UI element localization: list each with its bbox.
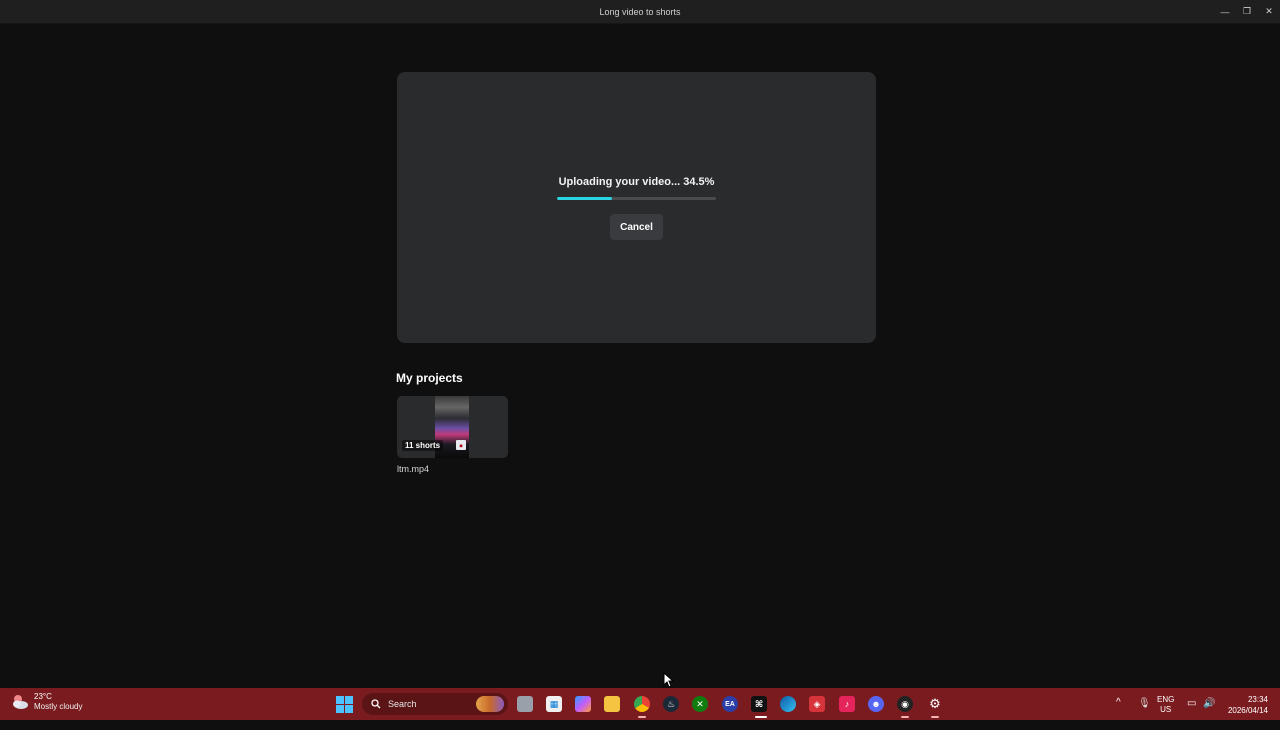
clock-date: 2026/04/14	[1227, 706, 1268, 715]
cancel-button[interactable]: Cancel	[610, 214, 663, 240]
clock[interactable]: 23:34 2026/04/14	[1222, 694, 1268, 726]
mouse-cursor-icon	[663, 672, 675, 688]
tiktok-icon[interactable]: ♪	[839, 696, 855, 712]
task-view-icon[interactable]	[517, 696, 533, 712]
taskbar: 23°C Mostly cloudy Search ▦ ♨ ✕ EA ⌘ ◈ ♪…	[0, 688, 1280, 720]
capcut-icon[interactable]: ⌘	[751, 696, 767, 712]
project-name[interactable]: ltm.mp4	[397, 464, 429, 474]
upload-progress-fill	[557, 197, 612, 200]
copilot-icon[interactable]	[575, 696, 591, 712]
search-icon	[371, 699, 381, 709]
language-indicator[interactable]: ENG US	[1157, 695, 1174, 727]
weather-description: Mostly cloudy	[34, 702, 83, 711]
upload-progress-bar	[557, 197, 716, 200]
microphone-icon[interactable]: 🎙	[1138, 698, 1151, 730]
cloudy-weather-icon	[10, 692, 30, 712]
network-icon[interactable]: ▭	[1187, 698, 1196, 730]
taskbar-search[interactable]: Search	[362, 693, 508, 715]
title-bar: Long video to shorts — ❐ ✕	[0, 0, 1280, 24]
show-hidden-icons-chevron-up-icon[interactable]: ^	[1116, 697, 1121, 729]
windows-start-icon[interactable]	[336, 696, 353, 713]
clock-time: 23:34	[1247, 695, 1268, 704]
discord-icon[interactable]: ☻	[868, 696, 884, 712]
search-label: Search	[388, 699, 417, 709]
chrome-icon[interactable]	[634, 696, 650, 712]
obs-icon[interactable]: ◉	[897, 696, 913, 712]
ea-icon[interactable]: EA	[722, 696, 738, 712]
minimize-icon[interactable]: —	[1214, 0, 1236, 23]
microsoft-store-icon[interactable]: ▦	[546, 696, 562, 712]
window-controls: — ❐ ✕	[1214, 0, 1280, 23]
window-title: Long video to shorts	[599, 6, 681, 17]
restore-icon[interactable]: ❐	[1236, 0, 1258, 23]
obs-active-indicator	[901, 716, 909, 718]
steam-icon[interactable]: ♨	[663, 696, 679, 712]
settings-active-indicator	[931, 716, 939, 718]
chrome-active-indicator	[638, 716, 646, 718]
project-card[interactable]: ◼ 11 shorts	[397, 396, 508, 458]
thumbnail-logo: ◼	[456, 440, 466, 450]
volume-icon[interactable]: 🔊	[1203, 698, 1215, 730]
language-code: ENG	[1157, 695, 1175, 704]
my-projects-heading: My projects	[396, 371, 463, 385]
shorts-count-badge: 11 shorts	[402, 440, 444, 451]
file-explorer-icon[interactable]	[604, 696, 620, 712]
language-region: US	[1160, 705, 1172, 714]
upload-status-text: Uploading your video... 34.5%	[558, 176, 715, 188]
capcut-active-indicator	[755, 716, 767, 718]
close-icon[interactable]: ✕	[1258, 0, 1280, 23]
weather-widget[interactable]: 23°C Mostly cloudy	[10, 692, 82, 712]
xbox-icon[interactable]: ✕	[692, 696, 708, 712]
app-icon[interactable]: ◈	[809, 696, 825, 712]
upload-panel: Uploading your video... 34.5% Cancel	[397, 72, 876, 343]
edge-icon[interactable]	[780, 696, 796, 712]
search-highlight-icon	[476, 696, 504, 712]
settings-icon[interactable]: ⚙	[927, 696, 943, 712]
weather-temperature: 23°C	[34, 692, 52, 701]
